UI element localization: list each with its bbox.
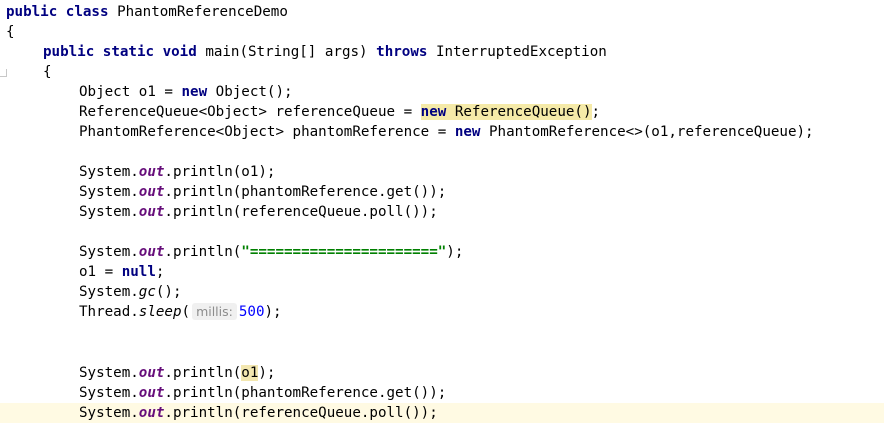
code-text: .println( [164,244,242,260]
number-literal: 500 [238,304,265,320]
code-text: PhantomReference<>(o1,referenceQueue); [480,124,814,140]
brace: { [6,24,15,40]
code-text: PhantomReference<Object> phantomReferenc… [79,124,455,140]
code-text: Object o1 = [79,84,182,100]
code-text: (); [155,284,182,300]
keyword: public [6,4,58,20]
code-text: ( [181,304,191,320]
code-text: .println(o1); [164,164,276,180]
code-line-gc[interactable]: System.gc(); [0,282,884,302]
code-text: o1 = [79,264,122,280]
code-line-print-o1[interactable]: System.out.println(o1); [0,162,884,182]
code-text: ; [591,104,601,120]
code-text: Thread. [79,304,139,320]
code-line-print-o1-second[interactable]: System.out.println(o1); [0,363,884,383]
code-line-print-separator[interactable]: System.out.println("====================… [0,242,884,262]
code-text: Object(); [207,84,293,100]
code-text: ); [446,244,464,260]
static-field: out [138,244,165,260]
code-line-open-brace-inner[interactable]: { [0,62,884,82]
code-text: ; [155,264,165,280]
string-literal: "======================" [241,244,447,260]
static-field: out [138,164,165,180]
static-field: out [138,385,165,401]
code-text: .println( [164,365,242,381]
code-line-print-get-second[interactable]: System.out.println(phantomReference.get(… [0,383,884,403]
code-editor[interactable]: public class PhantomReferenceDemo { publ… [0,0,884,428]
keyword: new [420,104,447,120]
static-field: out [138,204,165,220]
code-line-object-o1[interactable]: Object o1 = new Object(); [0,82,884,102]
code-line-phantom-reference[interactable]: PhantomReference<Object> phantomReferenc… [0,122,884,142]
static-field: out [138,365,165,381]
code-text: System. [79,385,139,401]
code-line-class-header[interactable]: public class PhantomReferenceDemo [0,2,884,22]
code-text: System. [79,164,139,180]
keyword: new [181,84,208,100]
keyword: void [162,44,197,60]
code-text: System. [79,244,139,260]
code-line-print-poll-current[interactable]: System.out.println(referenceQueue.poll()… [0,403,884,423]
code-text: .println(referenceQueue.poll()); [164,405,438,421]
code-line-print-get[interactable]: System.out.println(phantomReference.get(… [0,182,884,202]
code-line-sleep[interactable]: Thread.sleep(millis: 500); [0,302,884,322]
parameter-hint: millis: [192,303,237,320]
code-line-print-poll[interactable]: System.out.println(referenceQueue.poll()… [0,202,884,222]
method-signature: main(String[] args) [205,44,377,60]
keyword: throws [376,44,428,60]
highlighted-expression: ReferenceQueue() [446,104,592,120]
code-line-reference-queue[interactable]: ReferenceQueue<Object> referenceQueue = … [0,102,884,122]
keyword: null [121,264,156,280]
keyword: static [102,44,155,60]
code-text: System. [79,365,139,381]
code-line-main-signature[interactable]: public static void main(String[] args) t… [0,42,884,62]
code-text: .println(phantomReference.get()); [164,385,447,401]
static-field: out [138,405,165,421]
static-method: sleep [138,304,182,320]
code-text: ); [264,304,282,320]
static-field: out [138,184,165,200]
exception-type: InterruptedException [427,44,607,60]
code-line-null-assign[interactable]: o1 = null; [0,262,884,282]
code-text: System. [79,184,139,200]
code-text: System. [79,405,139,421]
code-text: .println(referenceQueue.poll()); [164,204,438,220]
code-text: ); [258,365,276,381]
class-name: PhantomReferenceDemo [117,4,288,20]
code-text: ReferenceQueue<Object> referenceQueue = [79,104,421,120]
code-line-open-brace[interactable]: { [0,22,884,42]
code-text: .println(phantomReference.get()); [164,184,447,200]
static-method: gc [138,284,156,300]
keyword: new [454,124,481,140]
keyword: class [65,4,109,20]
brace: { [43,64,52,80]
code-text: System. [79,204,139,220]
code-text: System. [79,284,139,300]
keyword: public [43,44,95,60]
highlighted-usage: o1 [241,365,259,381]
